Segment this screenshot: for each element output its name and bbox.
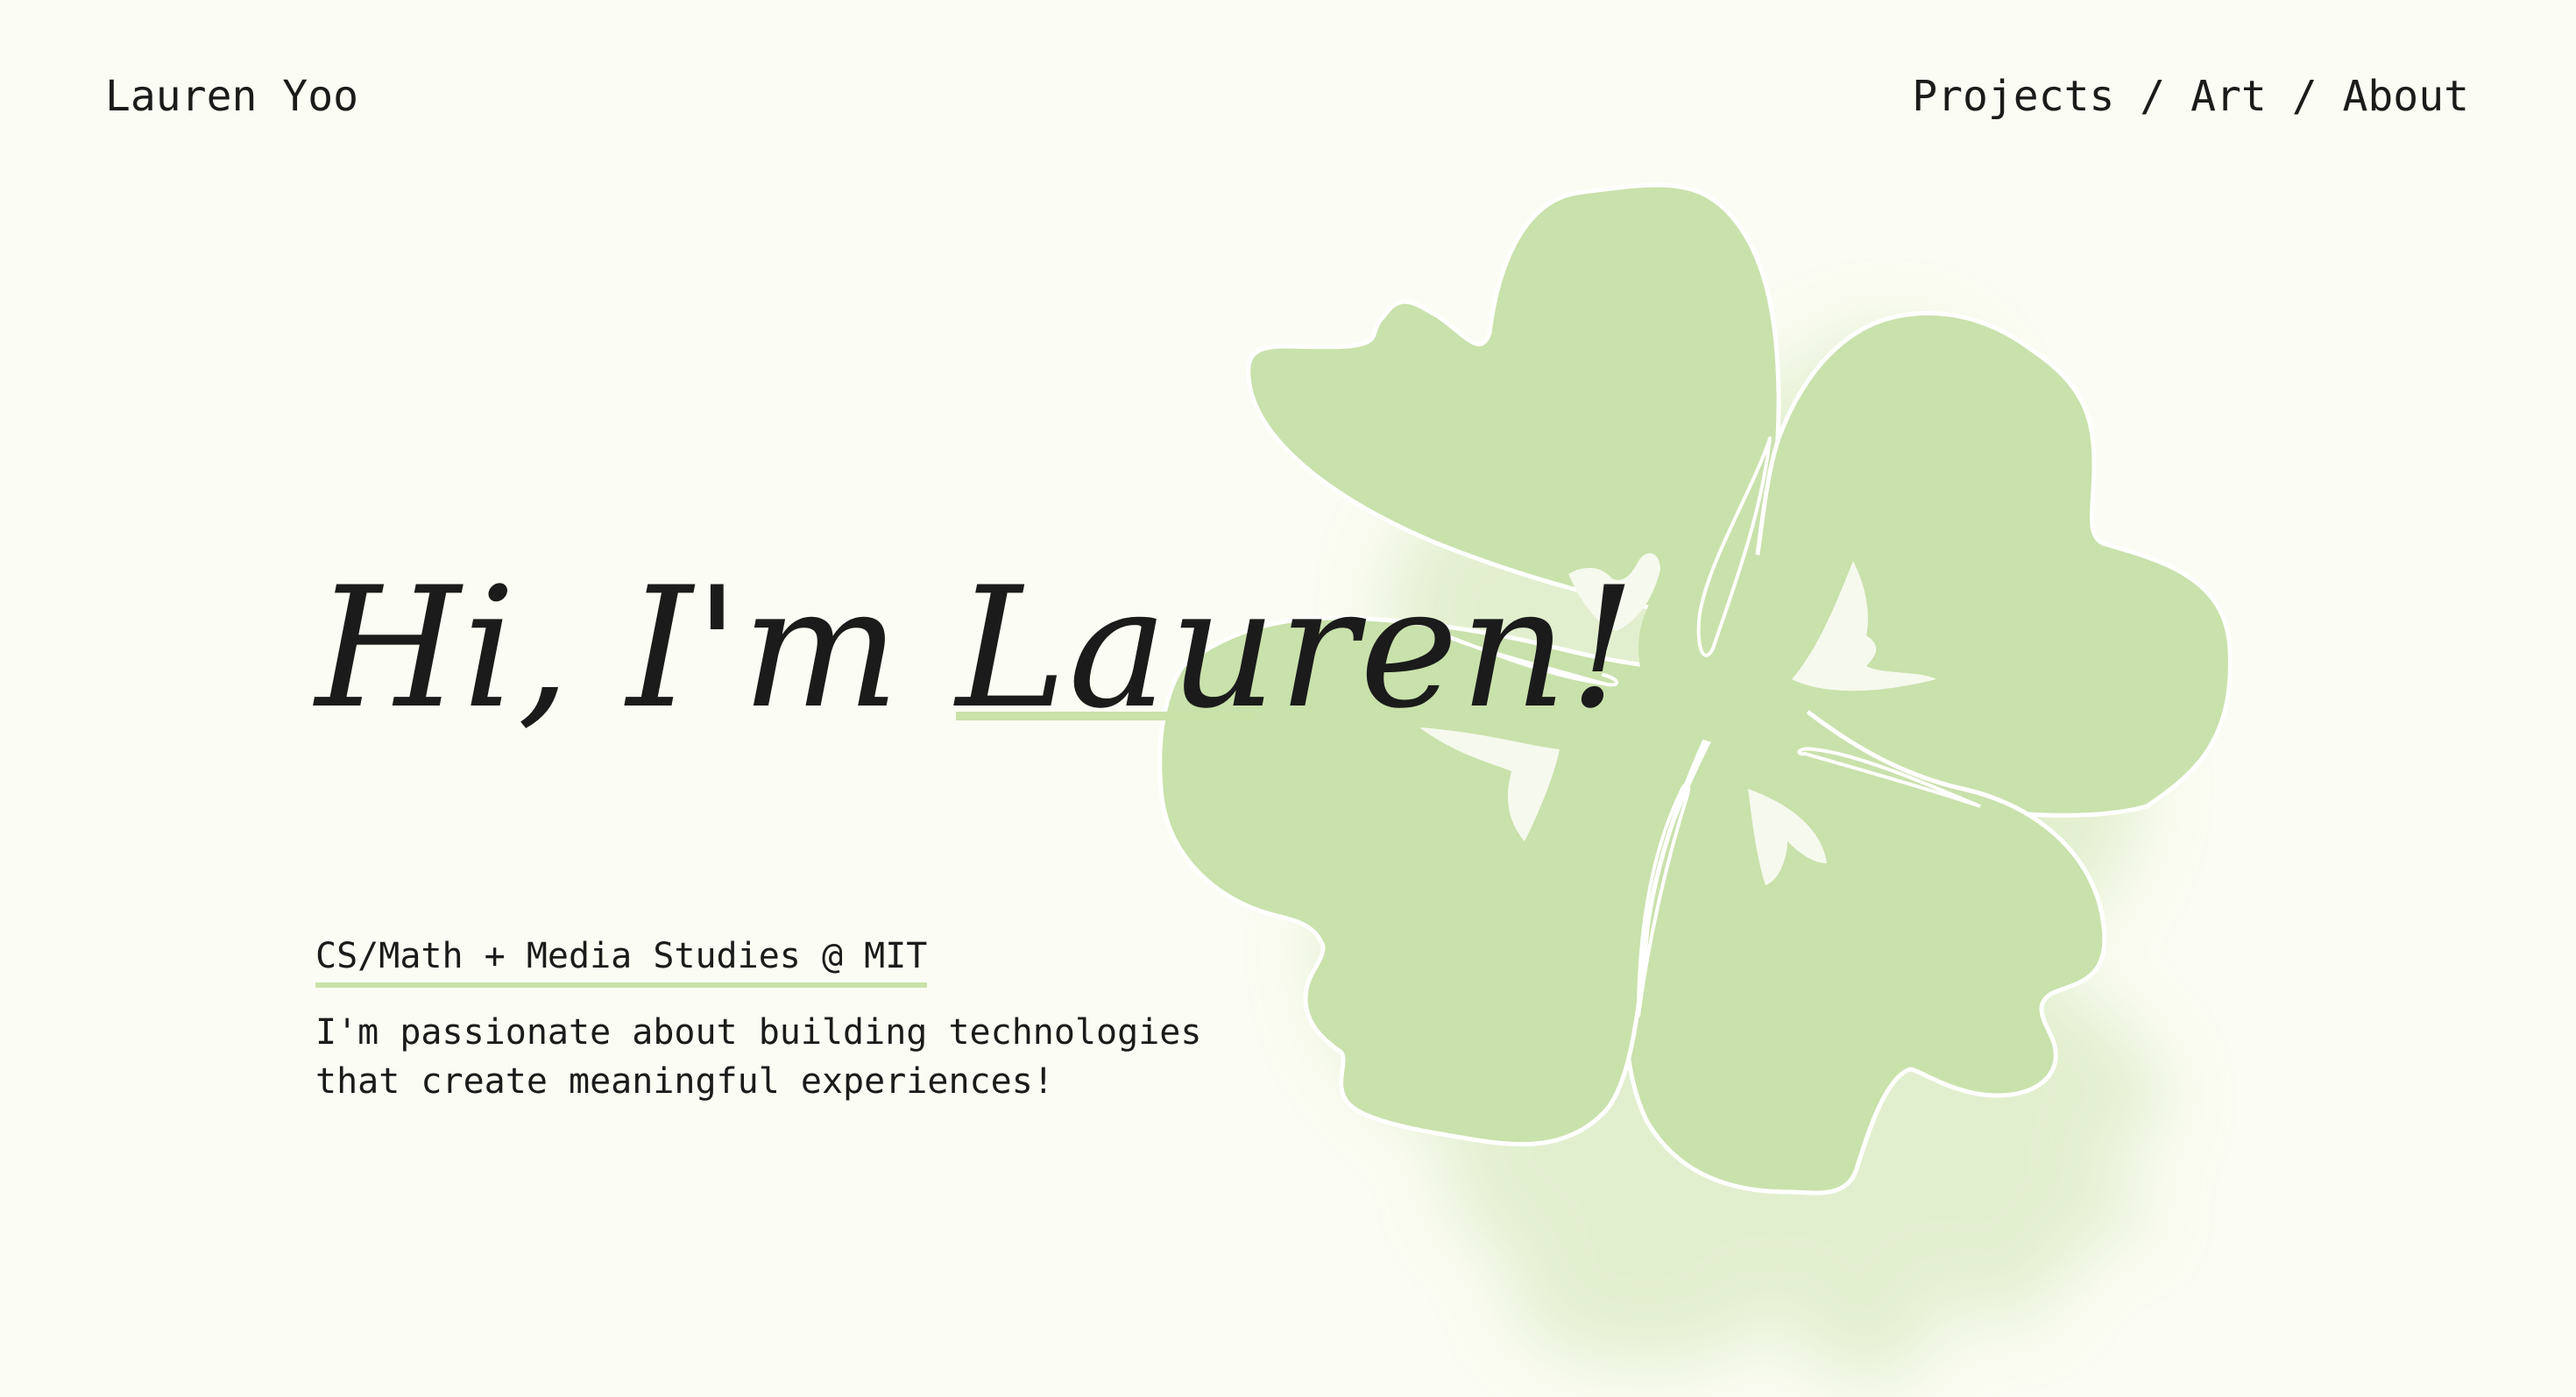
nav-about[interactable]: About	[2343, 70, 2470, 123]
nav-art[interactable]: Art	[2190, 70, 2267, 123]
site-logo[interactable]: Lauren Yoo	[105, 70, 358, 123]
nav-separator: /	[2266, 72, 2343, 121]
bio-line: that create meaningful experiences!	[315, 1061, 1054, 1102]
hero-bio: I'm passionate about building technologi…	[315, 1008, 1202, 1106]
nav-separator: /	[2114, 72, 2191, 121]
hero-headline: Hi, I'm Lauren!	[315, 561, 1638, 736]
nav-projects[interactable]: Projects	[1912, 70, 2114, 123]
hero-subtitle: CS/Math + Media Studies @ MIT	[315, 932, 928, 988]
page: Lauren Yoo Projects / Art / About Hi, I'…	[0, 0, 2576, 1397]
main-nav: Projects / Art / About	[1912, 70, 2469, 123]
bio-line: I'm passionate about building technologi…	[315, 1012, 1202, 1053]
hero-greeting: Hi, I'm	[315, 551, 957, 745]
hero-name: Lauren!	[956, 551, 1638, 745]
